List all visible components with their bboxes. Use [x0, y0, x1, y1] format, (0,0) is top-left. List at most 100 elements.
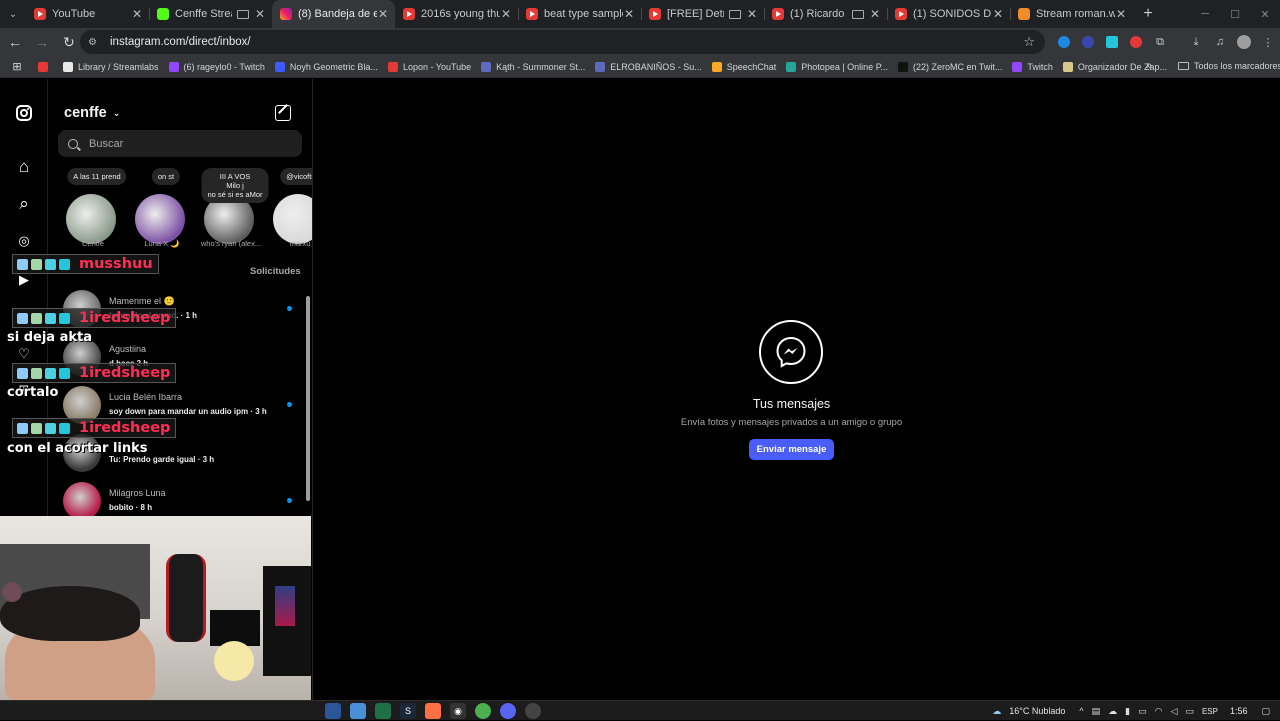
badge-icon [17, 367, 28, 379]
bookmark-item[interactable]: Lopon - YouTube [387, 61, 471, 72]
close-tab-icon[interactable]: ✕ [500, 7, 512, 21]
forward-button[interactable]: → [30, 30, 54, 54]
bookmark-item[interactable]: Kąth - Summoner St... [481, 61, 585, 72]
media-control-icon[interactable]: ♫ [1208, 30, 1232, 54]
send-message-button[interactable]: Enviar mensaje [749, 439, 834, 460]
close-window-icon[interactable]: ✕ [1250, 0, 1280, 28]
browser-tab[interactable]: [FREE] Detroit Type B ✕ [641, 0, 764, 28]
tab-search-menu-icon[interactable]: ⌄ [0, 0, 26, 28]
display-icon[interactable]: ▭ [1138, 706, 1147, 717]
chrome-icon[interactable] [475, 703, 491, 719]
excel-icon[interactable] [375, 703, 391, 719]
bookmark-item[interactable] [38, 61, 53, 72]
taskbar-apps: S ◉ [325, 703, 550, 719]
bookmark-item[interactable]: Library / Streamlabs [63, 61, 159, 72]
bookmark-label: Organizador De Zap... [1077, 61, 1167, 72]
bookmark-star-icon[interactable]: ☆ [1023, 34, 1035, 50]
browser-tab[interactable]: beat type sample - Y✕ [518, 0, 641, 28]
close-tab-icon[interactable]: ✕ [992, 7, 1004, 21]
bookmark-item[interactable]: ELROBANIÑOS - Su... [595, 61, 702, 72]
minimize-icon[interactable]: ─ [1190, 0, 1220, 28]
tab-title: beat type sample - Y [544, 8, 623, 20]
windows-taskbar: S ◉ ☁ 16°C Nublado ^ ▤ ☁ ▮ ▭ ◠ ◁ ▭ ESP 1… [0, 700, 1280, 720]
chat-message: cortalo [7, 385, 59, 400]
wifi-icon[interactable]: ◠ [1155, 706, 1163, 717]
bookmark-item[interactable]: Photopea | Online P... [786, 61, 888, 72]
bookmark-item[interactable]: Twitch [1012, 61, 1053, 72]
browser-menu-icon[interactable]: ⋮ [1256, 30, 1280, 54]
close-tab-icon[interactable]: ✕ [254, 7, 266, 21]
weather-text[interactable]: 16°C Nublado [1009, 706, 1065, 716]
media-playing-icon[interactable] [237, 9, 249, 19]
notification-center-icon[interactable]: ▢ [1261, 706, 1270, 717]
apps-grid-icon[interactable]: ⊞ [0, 60, 34, 73]
app-icon[interactable] [425, 703, 441, 719]
close-tab-icon[interactable]: ✕ [869, 7, 881, 21]
bookmark-favicon-icon [1012, 61, 1023, 72]
messenger-icon [759, 320, 823, 384]
browser-tab[interactable]: (8) Bandeja de entrad✕ [272, 0, 395, 28]
profile-avatar[interactable] [1232, 30, 1256, 54]
bookmark-item[interactable]: (6) rageylo0 - Twitch [168, 61, 265, 72]
obs-icon[interactable]: ◉ [450, 703, 466, 719]
browser-tab[interactable]: (1) Ricardo Centu ✕ [764, 0, 887, 28]
browser-tab[interactable]: (1) SONIDOS DE GUE✕ [887, 0, 1010, 28]
back-button[interactable]: ← [3, 30, 27, 54]
bookmark-favicon-icon [711, 61, 722, 72]
bookmark-label: ELROBANIÑOS - Su... [610, 61, 702, 72]
task-view-icon[interactable] [325, 703, 341, 719]
extension-icon[interactable] [1124, 30, 1148, 54]
tab-title: (8) Bandeja de entrad [298, 8, 377, 20]
close-tab-icon[interactable]: ✕ [377, 7, 389, 21]
chat-badges [17, 422, 73, 434]
all-bookmarks-button[interactable]: Todos los marcadores [1178, 61, 1280, 71]
discord-icon[interactable] [500, 703, 516, 719]
network-icon[interactable]: ▤ [1092, 706, 1101, 717]
browser-tab[interactable]: Stream roman.wav.y✕ [1010, 0, 1133, 28]
microphone-icon[interactable]: ▮ [1125, 706, 1130, 717]
bookmark-favicon-icon [595, 61, 606, 72]
media-playing-icon[interactable] [729, 9, 741, 19]
extension-icon[interactable] [1100, 30, 1124, 54]
bookmark-item[interactable]: Noyh Geometric Bla... [274, 61, 378, 72]
tab-title: Stream roman.wav.y [1036, 8, 1115, 20]
volume-icon[interactable]: ◁ [1171, 706, 1178, 717]
badge-icon [45, 422, 56, 434]
bookmark-label: Twitch [1027, 61, 1053, 72]
site-info-icon[interactable]: ⚙ [88, 37, 100, 48]
bookmark-item[interactable]: SpeechChat [711, 61, 776, 72]
battery-icon[interactable]: ▭ [1185, 706, 1194, 717]
bookmark-favicon-icon [387, 61, 398, 72]
browser-tab[interactable]: YouTube ✕ [26, 0, 149, 28]
close-tab-icon[interactable]: ✕ [623, 7, 635, 21]
bookmark-favicon-icon [898, 61, 909, 72]
browser-tab[interactable]: 2016s young thug -✕ [395, 0, 518, 28]
cloud-icon[interactable]: ☁ [1108, 706, 1117, 717]
bookmark-item[interactable]: (22) ZeroMC en Twit... [898, 61, 1002, 72]
clock[interactable]: 1:56 [1230, 706, 1248, 716]
file-explorer-icon[interactable] [350, 703, 366, 719]
close-tab-icon[interactable]: ✕ [131, 7, 143, 21]
extension-icon[interactable] [1052, 30, 1076, 54]
download-icon[interactable]: ⤓ [1184, 30, 1208, 54]
close-tab-icon[interactable]: ✕ [1115, 7, 1127, 21]
badge-icon [59, 312, 70, 324]
app-icon[interactable] [525, 703, 541, 719]
maximize-icon[interactable]: ☐ [1220, 0, 1250, 28]
address-bar[interactable]: ⚙ instagram.com/direct/inbox/ ☆ [80, 30, 1045, 54]
language-indicator[interactable]: ESP [1202, 707, 1218, 716]
reload-button[interactable]: ↻ [57, 30, 81, 54]
browser-tab[interactable]: Cenffe Stream - Watc ✕ [149, 0, 272, 28]
steam-icon[interactable]: S [400, 703, 416, 719]
chevron-up-icon[interactable]: ^ [1079, 706, 1083, 716]
new-tab-button[interactable]: + [1137, 5, 1159, 23]
extension-icon[interactable] [1076, 30, 1100, 54]
chat-username: 1iredsheep [12, 418, 177, 438]
close-tab-icon[interactable]: ✕ [746, 7, 758, 21]
badge-icon [31, 312, 42, 324]
puzzle-icon[interactable]: ⧉ [1148, 30, 1172, 54]
bookmark-label: Library / Streamlabs [78, 61, 159, 72]
bookmark-label: Noyh Geometric Bla... [289, 61, 378, 72]
media-playing-icon[interactable] [852, 9, 864, 19]
more-bookmarks-icon[interactable]: » [1146, 60, 1152, 72]
